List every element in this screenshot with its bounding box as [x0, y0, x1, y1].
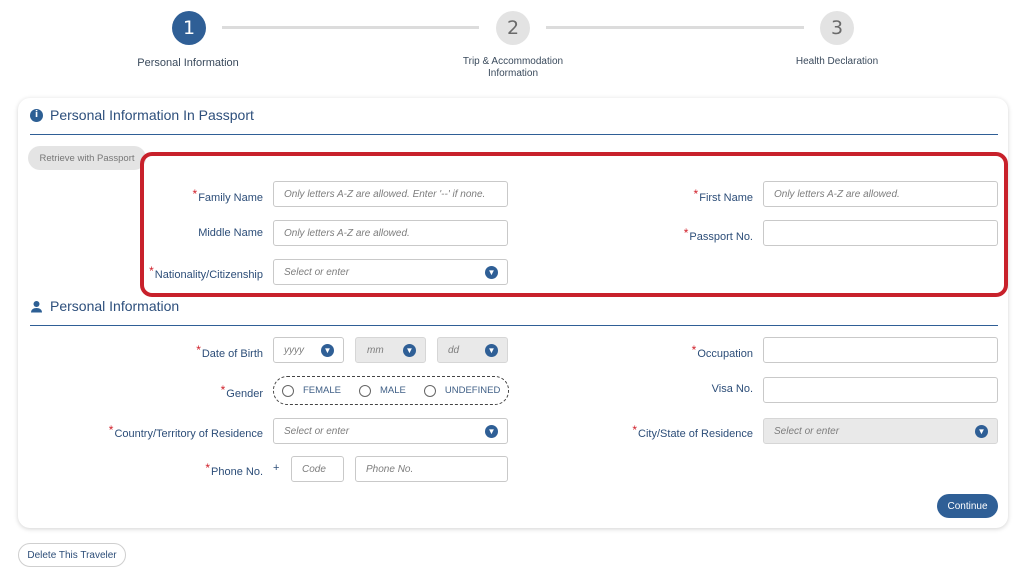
- phone-label: *Phone No.: [205, 461, 263, 478]
- delete-traveler-button[interactable]: Delete This Traveler: [18, 543, 126, 567]
- step-3-label: Health Declaration: [795, 56, 879, 67]
- step-2-label-line1: Trip & Accommodation: [462, 56, 564, 67]
- occupation-label: *Occupation: [691, 343, 753, 360]
- dob-day-select[interactable]: dd ▼: [437, 337, 508, 363]
- chevron-down-icon[interactable]: ▼: [975, 425, 988, 438]
- phone-number-input[interactable]: Phone No.: [355, 456, 508, 482]
- personal-section-divider: [30, 325, 998, 326]
- chevron-down-icon[interactable]: ▼: [485, 425, 498, 438]
- gender-radio-group: FEMALE MALE UNDEFINED: [273, 376, 509, 405]
- info-icon: i: [30, 108, 43, 122]
- gender-option-female[interactable]: FEMALE: [282, 384, 341, 397]
- step-1-label: Personal Information: [137, 57, 239, 69]
- personal-section-title: Personal Information: [30, 298, 179, 314]
- phone-code-input[interactable]: Code: [291, 456, 344, 482]
- passport-section-divider: [30, 134, 998, 135]
- step-2-circle: 2: [496, 11, 530, 45]
- visa-no-input[interactable]: [763, 377, 998, 403]
- highlight-annotation-box: [140, 152, 1008, 297]
- chevron-down-icon[interactable]: ▼: [321, 344, 334, 357]
- step-3-circle: 3: [820, 11, 854, 45]
- radio-circle-icon[interactable]: [282, 384, 294, 397]
- country-residence-select[interactable]: Select or enter ▼: [273, 418, 508, 444]
- person-icon: [30, 300, 43, 313]
- radio-circle-icon[interactable]: [423, 384, 436, 397]
- step-connector-1: [222, 26, 479, 29]
- step-connector-2: [546, 26, 804, 29]
- gender-option-undefined[interactable]: UNDEFINED: [423, 384, 500, 397]
- retrieve-with-passport-button[interactable]: Retrieve with Passport: [28, 146, 146, 170]
- chevron-down-icon[interactable]: ▼: [485, 344, 498, 357]
- gender-label: *Gender: [220, 383, 263, 400]
- dob-label: *Date of Birth: [196, 343, 263, 360]
- passport-section-title: i Personal Information In Passport: [30, 107, 254, 123]
- city-residence-label: *City/State of Residence: [632, 423, 753, 440]
- country-residence-label: *Country/Territory of Residence: [108, 423, 263, 440]
- passport-section-title-text: Personal Information In Passport: [50, 107, 254, 123]
- city-residence-select[interactable]: Select or enter ▼: [763, 418, 998, 444]
- visa-no-label: Visa No.: [711, 383, 753, 395]
- plus-sign: +: [273, 462, 280, 474]
- chevron-down-icon[interactable]: ▼: [403, 344, 416, 357]
- step-2-label-line2: Information: [487, 68, 539, 79]
- step-1-circle: 1: [172, 11, 206, 45]
- dob-year-select[interactable]: yyyy ▼: [273, 337, 344, 363]
- dob-month-select[interactable]: mm ▼: [355, 337, 426, 363]
- continue-button[interactable]: Continue: [937, 494, 998, 518]
- occupation-input[interactable]: [763, 337, 998, 363]
- radio-circle-icon[interactable]: [359, 384, 372, 397]
- gender-option-male[interactable]: MALE: [359, 384, 406, 397]
- personal-section-title-text: Personal Information: [50, 298, 180, 314]
- step-2-label: Trip & Accommodation Information: [443, 56, 583, 80]
